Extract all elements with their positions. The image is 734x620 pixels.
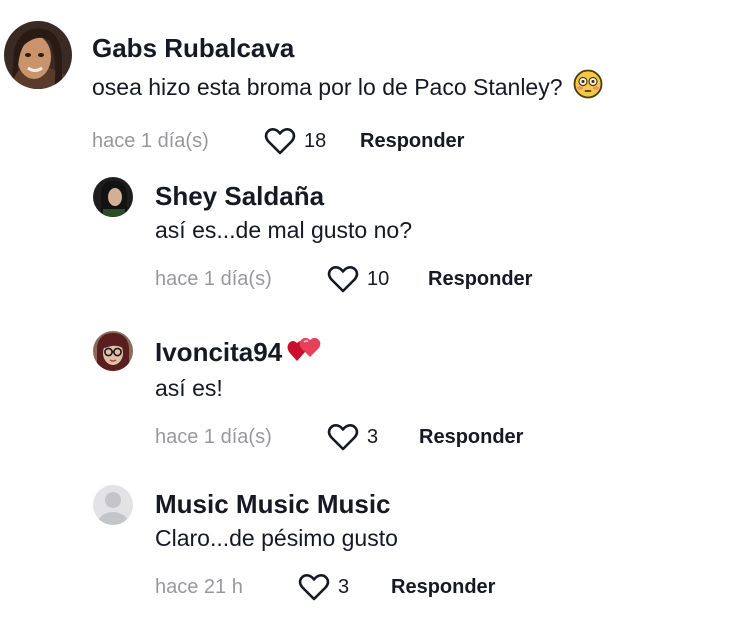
comment-time: hace 21 h	[155, 575, 243, 598]
avatar[interactable]	[4, 21, 72, 89]
comment-username[interactable]: Ivoncita94	[155, 335, 523, 369]
reply-button[interactable]: Responder	[419, 426, 523, 449]
comment-body: Ivoncita94 así es! hace 1 día(s) 3 Respo…	[155, 330, 523, 451]
avatar-image	[93, 331, 133, 371]
reply-button[interactable]: Responder	[428, 268, 532, 291]
comment-body: Music Music Music Claro...de pésimo gust…	[155, 484, 495, 601]
two-hearts-emoji	[286, 335, 322, 369]
comment-username[interactable]: Gabs Rubalcava	[92, 33, 603, 63]
like-count: 3	[338, 575, 350, 598]
reply-comment-item: Music Music Music Claro...de pésimo gust…	[93, 484, 495, 601]
username-text[interactable]: Music Music Music	[155, 489, 391, 519]
heart-outline-icon[interactable]	[264, 127, 296, 155]
heart-outline-icon[interactable]	[327, 265, 359, 293]
reply-button[interactable]: Responder	[391, 576, 495, 599]
username-text[interactable]: Gabs Rubalcava	[92, 33, 294, 63]
flushed-face-emoji	[573, 69, 603, 105]
comment-time: hace 1 día(s)	[155, 425, 272, 448]
like-count: 18	[304, 129, 327, 152]
comment-body: Gabs Rubalcava osea hizo esta broma por …	[92, 21, 603, 155]
like-button[interactable]: 10	[327, 265, 428, 293]
avatar[interactable]	[93, 485, 133, 525]
comment-meta: hace 1 día(s) 3 Responder	[155, 423, 523, 451]
like-count: 10	[367, 267, 390, 290]
default-avatar-icon	[93, 485, 133, 525]
comment-text: así es!	[155, 374, 523, 402]
comment-text-content: así es...de mal gusto no?	[155, 217, 412, 243]
comment-meta: hace 21 h 3 Responder	[155, 573, 495, 601]
username-text[interactable]: Shey Saldaña	[155, 181, 324, 211]
avatar[interactable]	[93, 177, 133, 217]
comment-text: Claro...de pésimo gusto	[155, 524, 495, 552]
like-count: 3	[367, 425, 379, 448]
comment-meta: hace 1 día(s) 10 Responder	[155, 265, 532, 293]
comment-item: Gabs Rubalcava osea hizo esta broma por …	[4, 21, 603, 155]
reply-comment-item: Ivoncita94 así es! hace 1 día(s) 3 Respo…	[93, 330, 523, 451]
comment-text-content: osea hizo esta broma por lo de Paco Stan…	[92, 74, 563, 100]
comment-time: hace 1 día(s)	[155, 267, 272, 290]
avatar[interactable]	[93, 331, 133, 371]
comment-username[interactable]: Shey Saldaña	[155, 181, 532, 211]
like-button[interactable]: 3	[298, 573, 391, 601]
heart-outline-icon[interactable]	[298, 573, 330, 601]
like-button[interactable]: 18	[264, 127, 360, 155]
avatar-image	[93, 177, 133, 217]
comment-time: hace 1 día(s)	[92, 129, 209, 152]
avatar-image	[4, 21, 72, 89]
comment-meta: hace 1 día(s) 18 Responder	[92, 127, 603, 155]
comment-body: Shey Saldaña así es...de mal gusto no? h…	[155, 175, 532, 293]
comment-text: osea hizo esta broma por lo de Paco Stan…	[92, 69, 603, 105]
username-text[interactable]: Ivoncita94	[155, 337, 282, 367]
reply-comment-item: Shey Saldaña así es...de mal gusto no? h…	[93, 175, 532, 293]
like-button[interactable]: 3	[327, 423, 419, 451]
comment-username[interactable]: Music Music Music	[155, 489, 495, 519]
heart-outline-icon[interactable]	[327, 423, 359, 451]
comment-text-content: así es!	[155, 375, 223, 401]
comment-text-content: Claro...de pésimo gusto	[155, 525, 398, 551]
comment-text: así es...de mal gusto no?	[155, 216, 532, 244]
reply-button[interactable]: Responder	[360, 130, 464, 153]
